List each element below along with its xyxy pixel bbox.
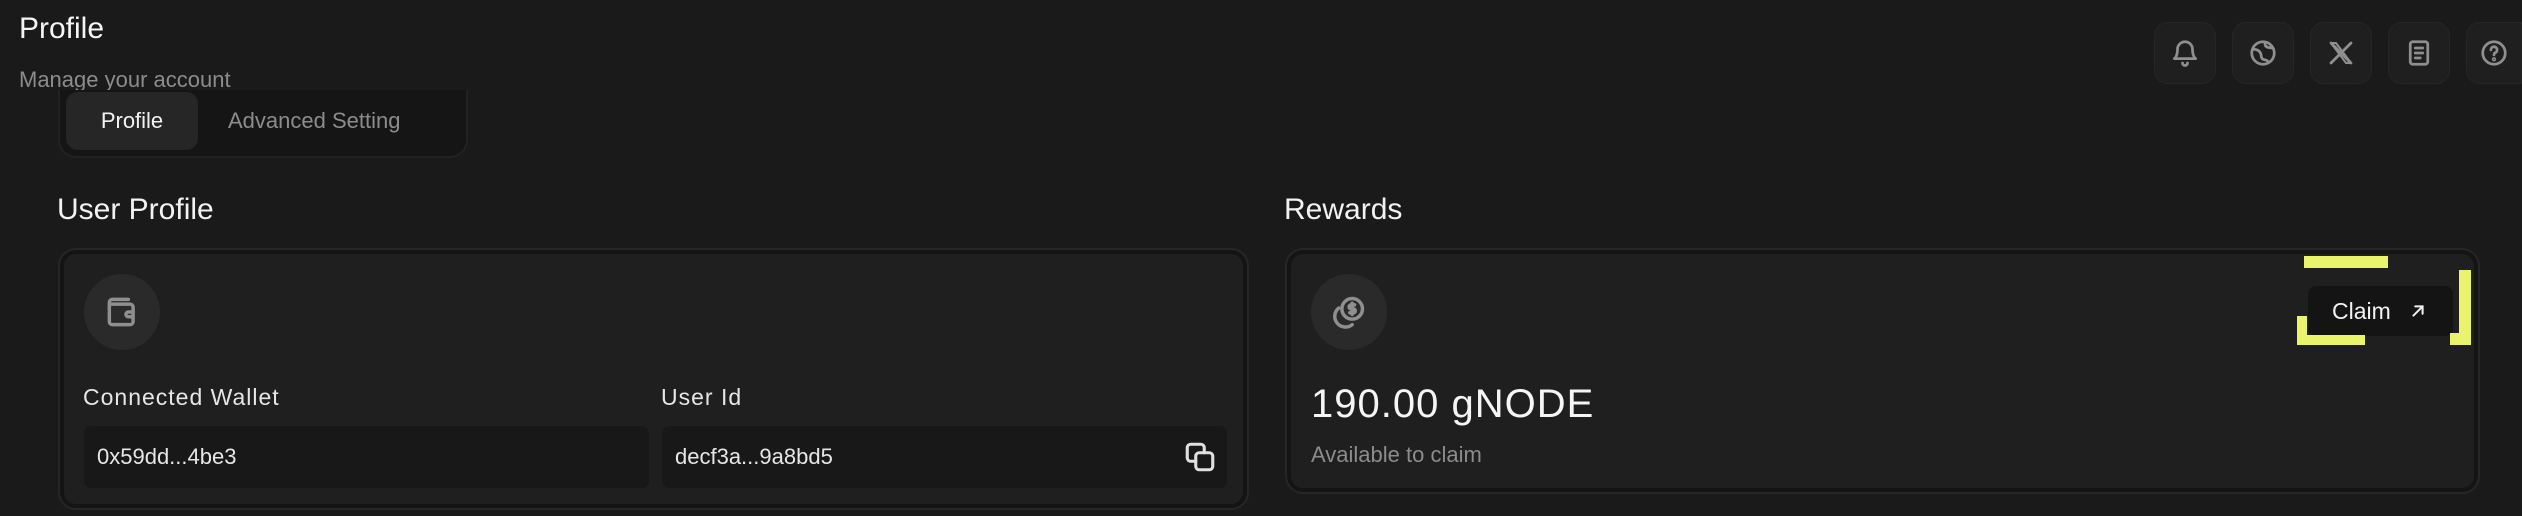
page-title: Profile bbox=[19, 12, 105, 45]
wallet-icon-badge bbox=[84, 274, 160, 350]
claim-label: Claim bbox=[2332, 297, 2391, 324]
x-twitter-icon bbox=[2329, 41, 2353, 65]
globe-icon bbox=[2250, 40, 2276, 66]
coins-icon bbox=[1333, 296, 1365, 329]
rewards-card: 190.00 gNODE Available to claim Claim bbox=[1285, 248, 2480, 494]
connected-wallet-label: Connected Wallet bbox=[83, 384, 280, 410]
rewards-title: Rewards bbox=[1284, 193, 1403, 226]
copy-user-id-button[interactable] bbox=[1183, 440, 1217, 474]
wallet-icon bbox=[107, 297, 135, 327]
top-toolbar bbox=[2154, 22, 2522, 84]
user-id-field: decf3a...9a8bd5 bbox=[661, 425, 1228, 489]
docs-button[interactable] bbox=[2388, 22, 2450, 84]
bell-icon bbox=[2173, 40, 2197, 67]
tab-advanced-setting[interactable]: Advanced Setting bbox=[198, 92, 430, 150]
highlight-bracket-corner bbox=[2450, 333, 2471, 345]
profile-tabs: Profile Advanced Setting bbox=[58, 90, 468, 158]
connected-wallet-field: 0x59dd...4be3 bbox=[83, 425, 650, 489]
user-profile-title: User Profile bbox=[57, 193, 214, 226]
user-id-value: decf3a...9a8bd5 bbox=[675, 444, 833, 469]
copy-icon bbox=[1185, 442, 1215, 472]
help-button[interactable] bbox=[2466, 22, 2522, 84]
arrow-up-right-icon bbox=[2412, 305, 2424, 317]
user-profile-card: Connected Wallet 0x59dd...4be3 User Id d… bbox=[58, 248, 1249, 510]
docs-icon bbox=[2408, 40, 2430, 66]
reward-amount: 190.00 gNODE bbox=[1311, 382, 1595, 426]
notifications-button[interactable] bbox=[2154, 22, 2216, 84]
connected-wallet-value: 0x59dd...4be3 bbox=[97, 444, 237, 469]
page-header: Profile Manage your account bbox=[19, 10, 231, 93]
reward-caption: Available to claim bbox=[1311, 442, 1482, 467]
claim-button[interactable]: Claim bbox=[2308, 286, 2453, 336]
coins-icon-badge bbox=[1311, 274, 1387, 350]
x-link-button[interactable] bbox=[2310, 22, 2372, 84]
highlight-bracket-bottom bbox=[2297, 335, 2365, 345]
help-icon bbox=[2481, 40, 2507, 66]
user-id-label: User Id bbox=[661, 384, 743, 410]
tab-profile[interactable]: Profile bbox=[66, 92, 198, 150]
highlight-bracket-top bbox=[2304, 256, 2388, 268]
globe-button[interactable] bbox=[2232, 22, 2294, 84]
